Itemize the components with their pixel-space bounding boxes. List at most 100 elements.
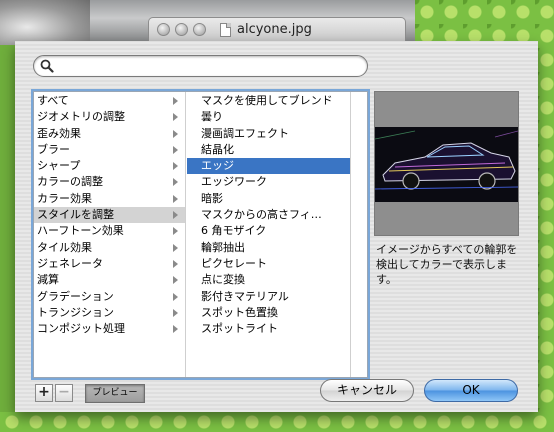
description-line: 検出してカラーで表示しま xyxy=(376,258,508,271)
filter-browser: すべてジオメトリの調整 歪み効果ブラーシャープカラーの調整 カラー効果スタイルを調整… xyxy=(33,91,368,378)
filter-item[interactable]: ピクセレート xyxy=(187,256,350,272)
disclosure-arrow-icon xyxy=(173,292,178,301)
filter-preview xyxy=(374,91,519,236)
category-list: すべてジオメトリの調整 歪み効果ブラーシャープカラーの調整 カラー効果スタイルを調整… xyxy=(34,92,185,337)
close-window-button[interactable] xyxy=(157,23,170,36)
category-item-label: ブラー xyxy=(37,142,70,156)
filter-item[interactable]: 6 角モザイク xyxy=(187,223,350,239)
filter-item[interactable]: 影付きマテリアル xyxy=(187,289,350,305)
filter-item[interactable]: 暗影 xyxy=(187,191,350,207)
category-item[interactable]: ジオメトリの調整 xyxy=(34,109,185,125)
filter-item[interactable]: 点に変換 xyxy=(187,272,350,288)
disclosure-arrow-icon xyxy=(173,129,178,138)
filter-item-label: スポット色置換 xyxy=(201,305,278,319)
category-item[interactable]: 減算 xyxy=(34,272,185,288)
category-item-label: グラデーション xyxy=(37,289,114,303)
filter-item-label: エッジワーク xyxy=(201,175,267,189)
preview-toggle-button[interactable]: プレビュー xyxy=(85,384,145,403)
filter-item[interactable]: 曇り xyxy=(187,109,350,125)
filter-item-label: マスクを使用してブレンド xyxy=(201,94,333,107)
filter-item[interactable]: スポット色置換 xyxy=(187,305,350,321)
filter-item[interactable]: 輪郭抽出 xyxy=(187,240,350,256)
filter-item[interactable]: 結晶化 xyxy=(187,142,350,158)
category-item[interactable]: タイル効果 xyxy=(34,240,185,256)
filter-item[interactable]: マスクからの高さフィ… xyxy=(187,207,350,223)
remove-button[interactable]: − xyxy=(55,384,73,402)
category-item[interactable]: シャープ xyxy=(34,158,185,174)
disclosure-arrow-icon xyxy=(173,276,178,285)
filter-item-label: スポットライト xyxy=(201,322,278,336)
disclosure-arrow-icon xyxy=(173,211,178,220)
category-item[interactable]: ジェネレータ xyxy=(34,256,185,272)
minimize-window-button[interactable] xyxy=(175,23,188,36)
category-item-label: コンポジット処理 xyxy=(37,322,125,336)
category-item[interactable]: コンポジット処理 xyxy=(34,321,185,337)
category-item[interactable]: トランジション xyxy=(34,305,185,321)
description-line: す。 xyxy=(376,273,397,286)
document-titlebar: alcyone.jpg xyxy=(148,17,406,41)
filter-item-label: 6 角モザイク xyxy=(201,224,267,238)
disclosure-arrow-icon xyxy=(173,194,178,203)
empty-column xyxy=(352,92,367,377)
filter-item-label: エッジ xyxy=(201,159,234,173)
category-item[interactable]: カラー効果 xyxy=(34,191,185,207)
category-item-label: シャープ xyxy=(37,159,81,173)
zoom-window-button[interactable] xyxy=(193,23,206,36)
category-item-label: ジェネレータ xyxy=(37,256,103,270)
preview-image xyxy=(375,127,518,202)
category-item-label: カラーの調整 xyxy=(37,175,103,189)
category-item-label: トランジション xyxy=(37,305,114,319)
filter-sheet: すべてジオメトリの調整 歪み効果ブラーシャープカラーの調整 カラー効果スタイルを調整… xyxy=(15,41,538,412)
filter-item[interactable]: マスクを使用してブレンド xyxy=(187,93,350,109)
disclosure-arrow-icon xyxy=(173,113,178,122)
filter-description: イメージからすべての輪郭を 検出してカラーで表示しま す。 xyxy=(376,242,526,287)
filter-item[interactable]: スポットライト xyxy=(187,321,350,337)
category-item[interactable]: カラーの調整 xyxy=(34,174,185,190)
category-item-label: タイル効果 xyxy=(37,240,92,254)
filter-item-label: 影付きマテリアル xyxy=(201,289,289,303)
disclosure-arrow-icon xyxy=(173,308,178,317)
category-item-label: ハーフトーン効果 xyxy=(37,224,124,238)
search-icon xyxy=(40,59,54,73)
category-column: すべてジオメトリの調整 歪み効果ブラーシャープカラーの調整 カラー効果スタイルを調整… xyxy=(34,92,186,377)
filter-item[interactable]: エッジワーク xyxy=(187,174,350,190)
category-item[interactable]: ブラー xyxy=(34,142,185,158)
disclosure-arrow-icon xyxy=(173,145,178,154)
document-icon xyxy=(220,22,231,37)
search-input[interactable] xyxy=(58,58,358,74)
filter-item-label: 漫画調エフェクト xyxy=(201,126,289,140)
filter-item-label: 点に変換 xyxy=(201,273,245,287)
filter-item-label: ピクセレート xyxy=(201,256,267,270)
window-title: alcyone.jpg xyxy=(220,22,312,37)
filter-list: マスクを使用してブレンド曇り 漫画調エフェクト 結晶化エッジエッジワーク 暗影マスクか… xyxy=(187,92,350,337)
filter-item-label: マスクからの高さフィ… xyxy=(201,208,322,222)
filter-item-label: 暗影 xyxy=(201,191,223,205)
category-item[interactable]: 歪み効果 xyxy=(34,126,185,142)
cancel-button[interactable]: キャンセル xyxy=(320,379,414,402)
filter-item-label: 結晶化 xyxy=(201,142,234,156)
filter-item[interactable]: 漫画調エフェクト xyxy=(187,126,350,142)
disclosure-arrow-icon xyxy=(173,178,178,187)
disclosure-arrow-icon xyxy=(173,97,178,105)
category-item-label: スタイルを調整 xyxy=(37,208,114,222)
filter-column: マスクを使用してブレンド曇り 漫画調エフェクト 結晶化エッジエッジワーク 暗影マスクか… xyxy=(187,92,351,377)
category-item[interactable]: すべて xyxy=(34,93,185,109)
category-item-label: すべて xyxy=(37,94,69,107)
add-button[interactable]: + xyxy=(35,384,53,402)
description-line: イメージからすべての輪郭を xyxy=(376,243,518,256)
disclosure-arrow-icon xyxy=(173,325,178,334)
search-field[interactable] xyxy=(33,55,368,77)
category-item[interactable]: グラデーション xyxy=(34,289,185,305)
ok-button[interactable]: OK xyxy=(424,379,518,402)
filter-item-label: 輪郭抽出 xyxy=(201,240,245,254)
category-item-label: カラー効果 xyxy=(37,191,92,205)
disclosure-arrow-icon xyxy=(173,243,178,252)
category-item[interactable]: スタイルを調整 xyxy=(34,207,185,224)
category-item-label: 減算 xyxy=(37,273,59,287)
category-item[interactable]: ハーフトーン効果 xyxy=(34,223,185,239)
filter-item[interactable]: エッジ xyxy=(187,158,350,175)
category-item-label: 歪み効果 xyxy=(37,126,81,140)
disclosure-arrow-icon xyxy=(173,227,178,236)
window-controls xyxy=(157,23,206,36)
category-item-label: ジオメトリの調整 xyxy=(37,110,125,124)
